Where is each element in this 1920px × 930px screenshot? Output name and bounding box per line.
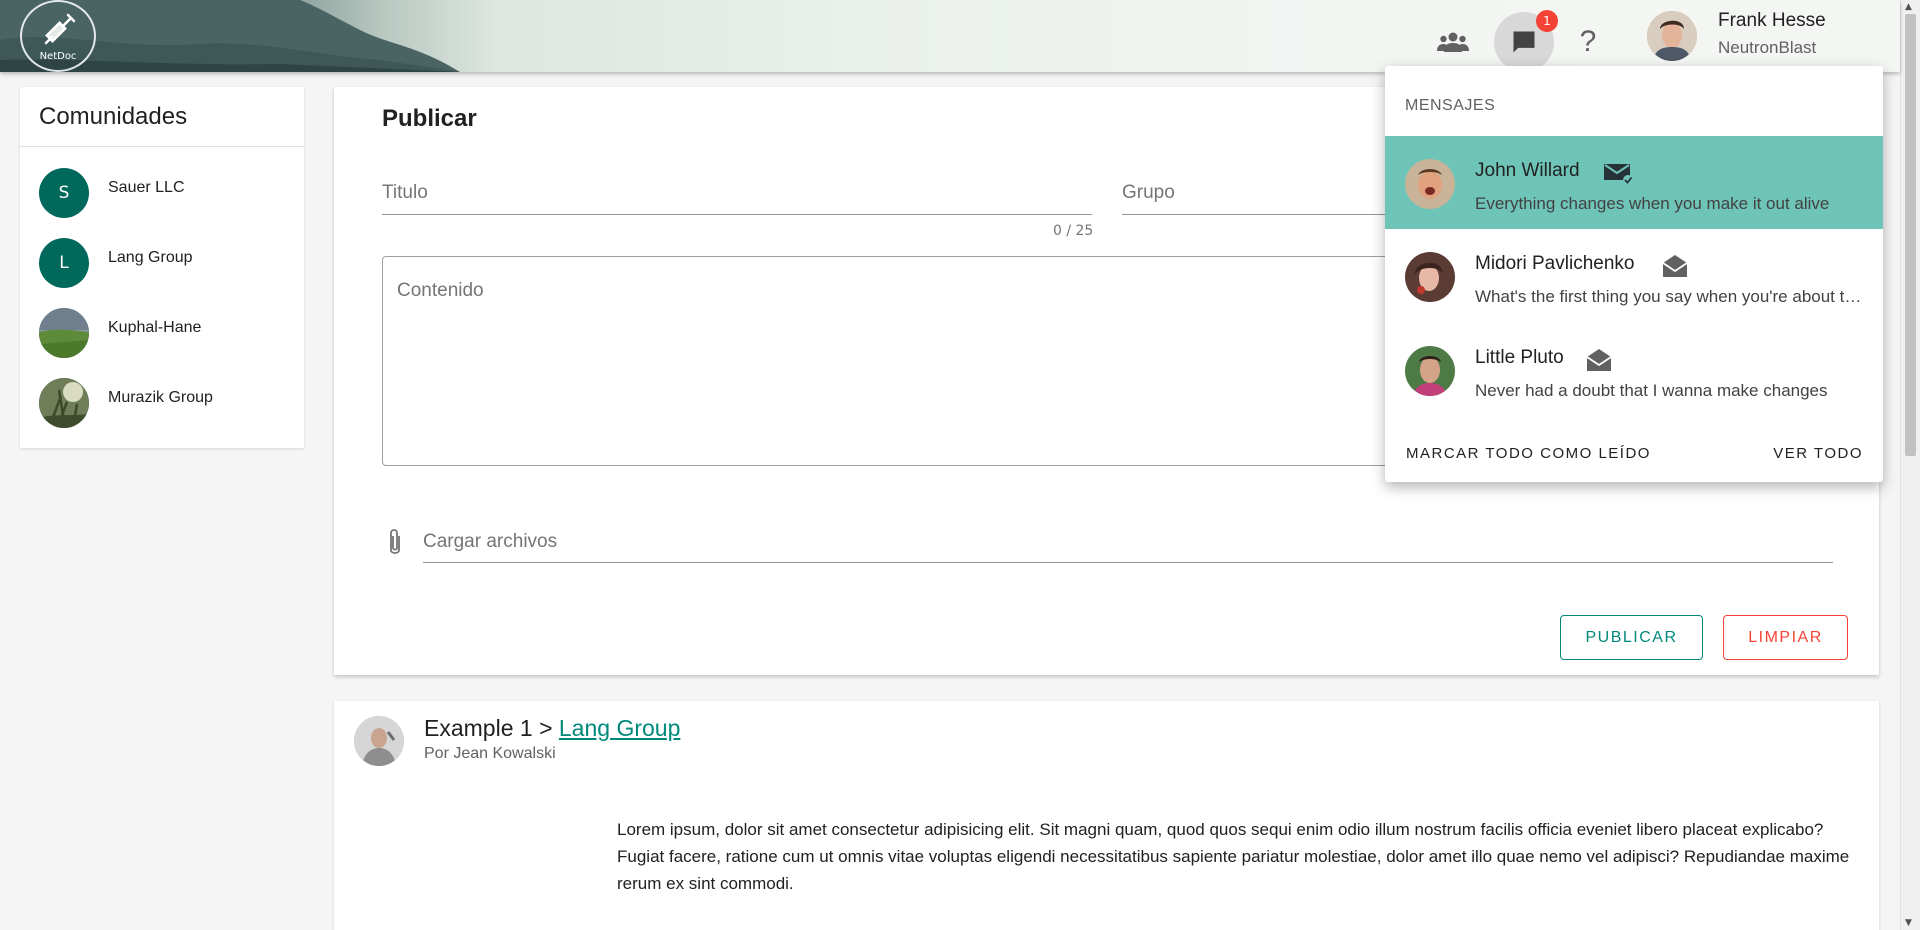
user-name: Frank Hesse bbox=[1718, 10, 1826, 31]
post-title-separator: > bbox=[539, 715, 553, 741]
scroll-down-arrow[interactable]: ▼ bbox=[1905, 918, 1912, 928]
title-input[interactable]: Titulo bbox=[382, 182, 428, 204]
communities-button[interactable] bbox=[1423, 12, 1483, 72]
community-item-lang-group[interactable]: L Lang Group bbox=[39, 238, 289, 288]
message-preview: Everything changes when you make it out … bbox=[1475, 194, 1830, 213]
community-label: Sauer LLC bbox=[108, 179, 185, 196]
community-avatar: S bbox=[39, 168, 89, 218]
help-icon: ? bbox=[1579, 25, 1597, 58]
clear-button[interactable]: LIMPIAR bbox=[1723, 615, 1848, 660]
page-scrollbar[interactable]: ▲ ▼ bbox=[1900, 0, 1920, 930]
publish-title: Publicar bbox=[382, 105, 477, 132]
message-item-john-willard[interactable]: John Willard Everything changes when you… bbox=[1385, 136, 1883, 229]
user-avatar[interactable] bbox=[1647, 11, 1697, 61]
user-portrait bbox=[1647, 11, 1697, 61]
app-header: NetDoc 1 ? Frank Hesse NeutronBlast bbox=[0, 0, 1900, 72]
mail-read-icon bbox=[1662, 255, 1688, 277]
community-item-murazik-group[interactable]: Murazik Group bbox=[39, 378, 289, 428]
notification-badge: 1 bbox=[1536, 10, 1558, 32]
message-avatar bbox=[1405, 346, 1455, 396]
message-item-midori-pavlichenko[interactable]: Midori Pavlichenko What's the first thin… bbox=[1385, 229, 1883, 322]
community-label: Murazik Group bbox=[108, 389, 213, 406]
syringe-icon bbox=[44, 13, 76, 44]
community-item-kuphal-hane[interactable]: Kuphal-Hane bbox=[39, 308, 289, 358]
community-label: Lang Group bbox=[108, 249, 193, 266]
community-item-sauer-llc[interactable]: S Sauer LLC bbox=[39, 168, 289, 218]
post-card: Example 1 > Lang Group Por Jean Kowalski… bbox=[334, 701, 1879, 930]
post-body: Lorem ipsum, dolor sit amet consectetur … bbox=[617, 820, 1850, 893]
content-placeholder: Contenido bbox=[397, 280, 484, 301]
message-sender: Midori Pavlichenko bbox=[1475, 253, 1635, 274]
post-author-avatar[interactable] bbox=[354, 716, 404, 766]
group-select[interactable]: Grupo bbox=[1122, 182, 1175, 204]
messages-title: MENSAJES bbox=[1405, 97, 1496, 114]
message-sender: Little Pluto bbox=[1475, 347, 1564, 368]
post-author: Por Jean Kowalski bbox=[424, 745, 556, 762]
communities-panel: Comunidades S Sauer LLC L Lang Group Kup… bbox=[20, 87, 304, 448]
help-button[interactable]: ? bbox=[1558, 12, 1618, 72]
upload-files-input[interactable]: Cargar archivos bbox=[423, 531, 557, 553]
community-label: Kuphal-Hane bbox=[108, 319, 202, 336]
post-group-link[interactable]: Lang Group bbox=[559, 715, 680, 741]
chat-icon bbox=[1513, 31, 1535, 53]
scroll-up-arrow[interactable]: ▲ bbox=[1905, 2, 1912, 12]
communities-title: Comunidades bbox=[20, 87, 304, 147]
community-avatar: L bbox=[39, 238, 89, 288]
upload-underline bbox=[423, 562, 1833, 563]
mail-unread-icon bbox=[1604, 164, 1633, 185]
title-char-counter: 0 / 25 bbox=[1053, 223, 1094, 239]
messages-button[interactable]: 1 bbox=[1494, 10, 1558, 72]
post-title: Example 1 > Lang Group bbox=[424, 715, 680, 742]
post-title-text: Example 1 bbox=[424, 715, 533, 741]
mark-all-read-button[interactable]: MARCAR TODO COMO LEÍDO bbox=[1406, 445, 1651, 462]
message-preview: Never had a doubt that I wanna make chan… bbox=[1475, 381, 1828, 400]
message-avatar bbox=[1405, 252, 1455, 302]
message-item-little-pluto[interactable]: Little Pluto Never had a doubt that I wa… bbox=[1385, 323, 1883, 416]
message-preview: What's the first thing you say when you'… bbox=[1475, 287, 1865, 306]
message-avatar bbox=[1405, 159, 1455, 209]
scroll-thumb[interactable] bbox=[1905, 14, 1916, 456]
see-all-button[interactable]: VER TODO bbox=[1773, 445, 1863, 462]
title-input-underline bbox=[382, 214, 1092, 215]
publish-button[interactable]: PUBLICAR bbox=[1560, 615, 1703, 660]
community-avatar-plants bbox=[39, 378, 89, 428]
people-icon bbox=[1437, 32, 1469, 52]
paperclip-icon[interactable] bbox=[385, 528, 405, 558]
logo-text: NetDoc bbox=[39, 50, 77, 62]
community-avatar-landscape bbox=[39, 308, 89, 358]
messages-dropdown: MENSAJES John Willard Everything changes… bbox=[1385, 66, 1883, 482]
mail-read-icon bbox=[1586, 349, 1612, 371]
user-handle: NeutronBlast bbox=[1718, 38, 1817, 57]
netdoc-logo[interactable]: NetDoc bbox=[20, 0, 96, 72]
message-sender: John Willard bbox=[1475, 160, 1580, 181]
